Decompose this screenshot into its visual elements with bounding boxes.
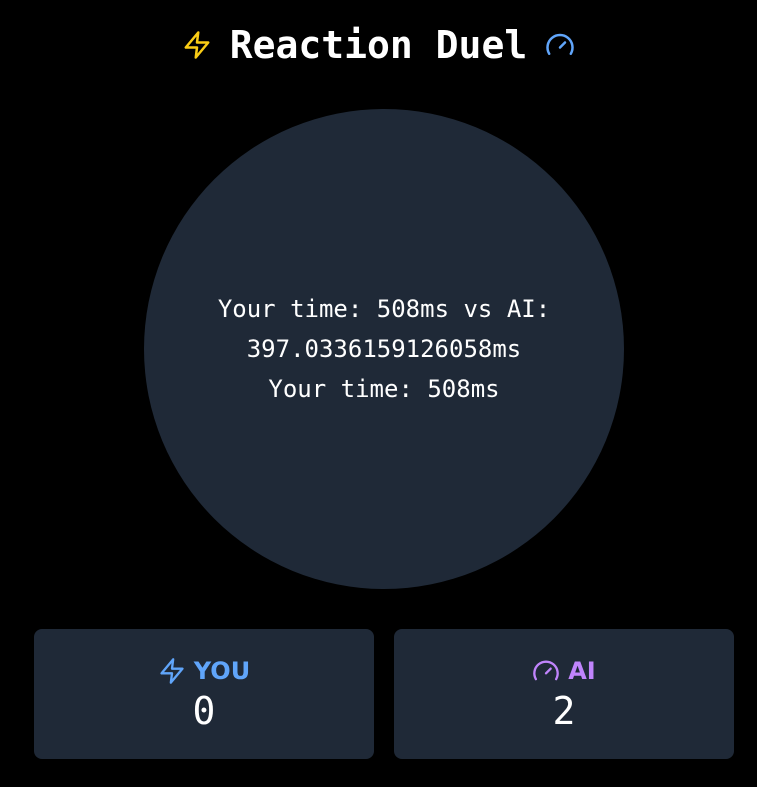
- your-time-text: Your time: 508ms: [268, 375, 500, 403]
- reaction-target-button[interactable]: Your time: 508ms vs AI: 397.033615912605…: [144, 109, 624, 589]
- lightning-icon: [182, 30, 212, 60]
- player-label: YOU: [193, 657, 251, 685]
- ai-score-header: AI: [532, 654, 596, 688]
- result-text: Your time: 508ms vs AI: 397.033615912605…: [217, 295, 551, 363]
- player-score-card: YOU 0: [34, 629, 374, 759]
- ai-label: AI: [568, 657, 596, 685]
- lightning-icon: [158, 657, 186, 685]
- gauge-icon: [545, 30, 575, 60]
- gauge-icon: [532, 657, 560, 685]
- ai-score: 2: [552, 689, 576, 733]
- player-score: 0: [192, 689, 216, 733]
- header: Reaction Duel: [0, 20, 757, 70]
- player-score-header: YOU: [158, 654, 250, 688]
- page-title: Reaction Duel: [229, 23, 528, 67]
- ai-score-card: AI 2: [394, 629, 734, 759]
